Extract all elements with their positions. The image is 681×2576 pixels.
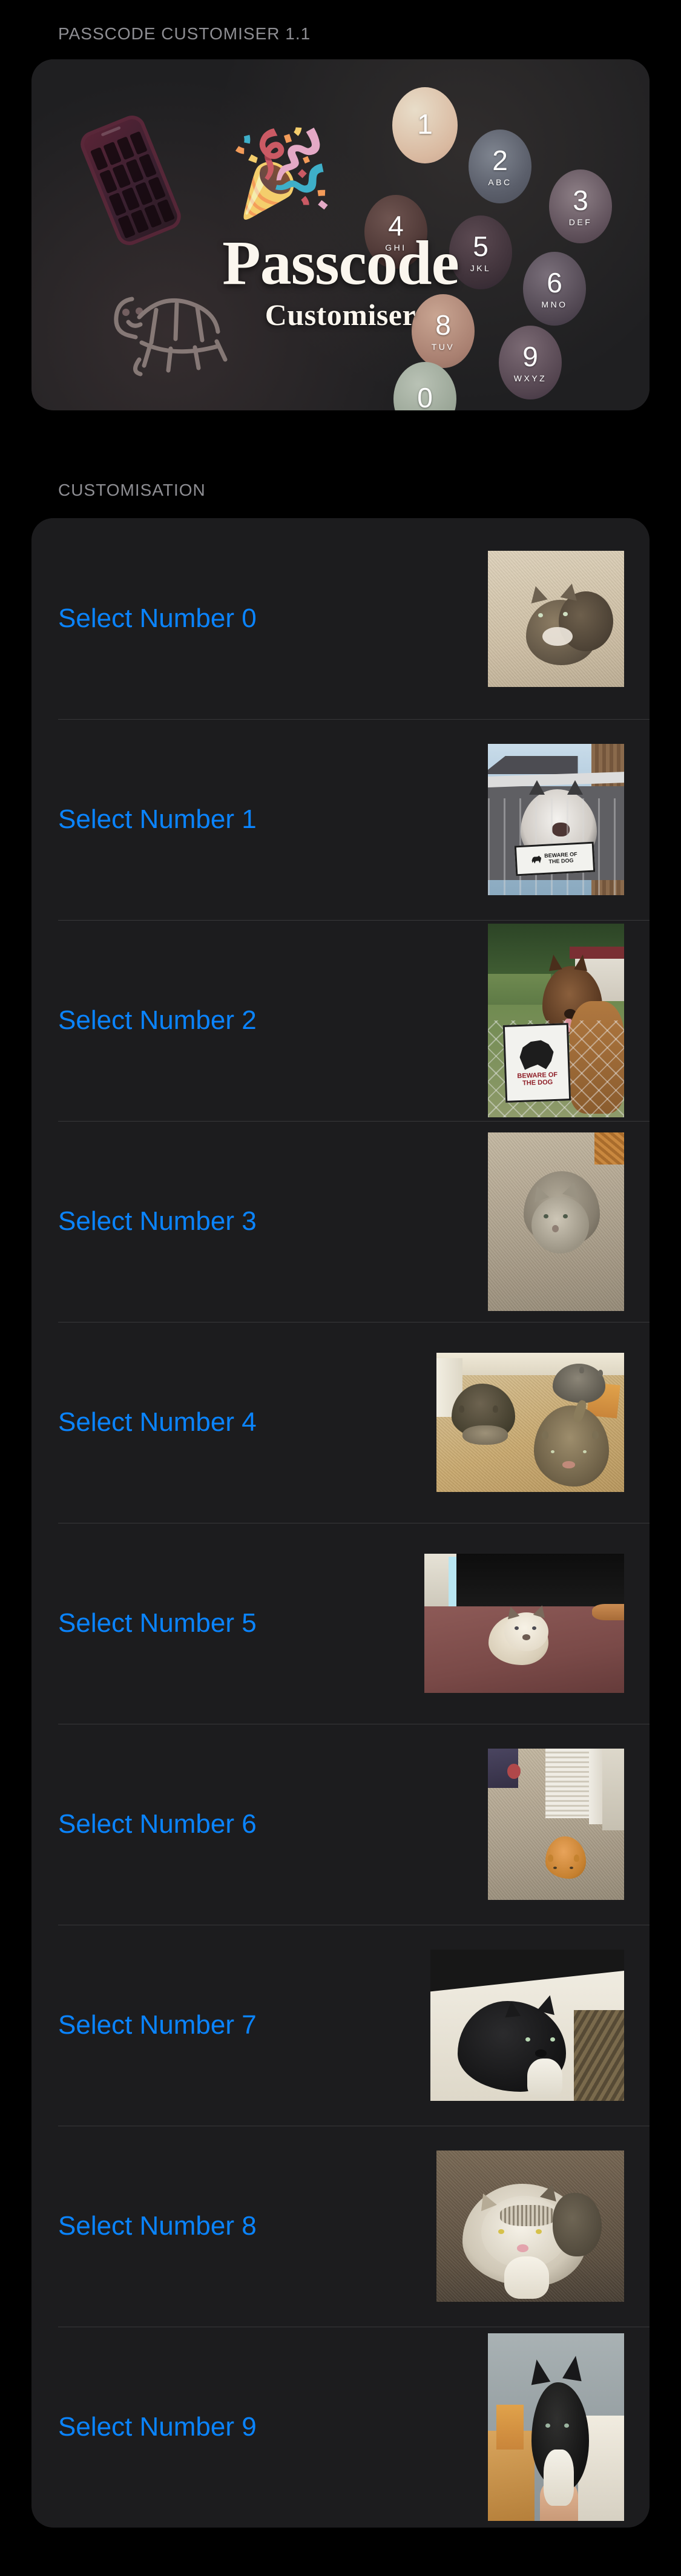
list-item[interactable]: Select Number 6 xyxy=(31,1724,650,1925)
select-number-5-label: Select Number 5 xyxy=(58,1608,257,1638)
list-item[interactable]: Select Number 2 BEWARE OF THE DOG xyxy=(31,920,650,1121)
keypad-digit: 9 xyxy=(522,340,538,372)
keypad-letters: DEF xyxy=(568,217,593,227)
sign-line-2: THE DOG xyxy=(548,857,574,865)
thumbnail-number-3[interactable] xyxy=(488,1132,624,1311)
phone-keypad-grid xyxy=(90,131,176,239)
keypad-digit: 2 xyxy=(492,144,508,176)
dog-head-silhouette-icon xyxy=(519,1039,554,1070)
keypad-bubble-6: 6 MNO xyxy=(523,252,586,326)
customisation-section-header-block: CUSTOMISATION xyxy=(0,481,206,500)
keypad-digit: 6 xyxy=(547,266,562,298)
thumbnail-number-6[interactable] xyxy=(488,1749,624,1900)
thumbnail-slot[interactable]: BEWARE OF THE DOG xyxy=(488,719,624,920)
customisation-list: Select Number 0 Select Number 1 BEWARE O… xyxy=(31,518,650,2528)
thumbnail-number-1[interactable]: BEWARE OF THE DOG xyxy=(488,744,624,895)
thumbnail-slot[interactable] xyxy=(424,1523,624,1724)
thumbnail-number-0[interactable] xyxy=(488,550,624,687)
list-item[interactable]: Select Number 5 xyxy=(31,1523,650,1724)
thumbnail-slot[interactable] xyxy=(436,2126,624,2327)
keypad-bubble-2: 2 ABC xyxy=(469,130,531,203)
list-item[interactable]: Select Number 7 xyxy=(31,1925,650,2126)
keypad-letters: TUV xyxy=(431,341,455,352)
phone-keypad-icon xyxy=(76,111,185,249)
beware-of-dog-sign: BEWARE OF THE DOG xyxy=(502,1023,571,1103)
select-number-2-label: Select Number 2 xyxy=(58,1005,257,1035)
thumbnail-slot[interactable] xyxy=(488,1724,624,1925)
keypad-digit: 5 xyxy=(473,230,489,262)
keypad-letters: JKL xyxy=(470,263,492,273)
app-banner-artwork: 🎉 1 2 ABC 3 DEF 4 GHI 5 JKL 6 MNO 8 TUV … xyxy=(31,59,650,410)
select-number-4-label: Select Number 4 xyxy=(58,1407,257,1437)
list-item[interactable]: Select Number 9 xyxy=(31,2327,650,2528)
app-section-header-block: PASSCODE CUSTOMISER 1.1 xyxy=(0,24,311,44)
passcode-customiser-screen: PASSCODE CUSTOMISER 1.1 🎉 1 2 ABC 3 DEF … xyxy=(0,0,681,2576)
thumbnail-number-4[interactable] xyxy=(436,1353,624,1492)
keypad-digit: 1 xyxy=(417,108,433,140)
beware-of-dog-sign: BEWARE OF THE DOG xyxy=(514,841,595,876)
thumbnail-number-5[interactable] xyxy=(424,1554,624,1693)
select-number-7-label: Select Number 7 xyxy=(58,2010,257,2040)
sign-line-2: THE DOG xyxy=(522,1079,553,1088)
keypad-digit: 4 xyxy=(388,209,404,242)
customisation-section-header: CUSTOMISATION xyxy=(58,481,206,499)
thumbnail-slot[interactable] xyxy=(488,518,624,719)
thumbnail-number-8[interactable] xyxy=(436,2150,624,2302)
thumbnail-number-7[interactable] xyxy=(430,1950,624,2101)
thumbnail-number-2[interactable]: BEWARE OF THE DOG xyxy=(488,924,624,1117)
party-popper-icon: 🎉 xyxy=(226,122,335,222)
keypad-bubble-4: 4 GHI xyxy=(364,195,427,269)
turtle-mascot-icon xyxy=(114,297,228,376)
keypad-bubble-8: 8 TUV xyxy=(412,294,475,368)
thumbnail-slot[interactable]: BEWARE OF THE DOG xyxy=(488,920,624,1121)
app-section-header: PASSCODE CUSTOMISER 1.1 xyxy=(58,24,311,43)
select-number-1-label: Select Number 1 xyxy=(58,804,257,834)
thumbnail-slot[interactable] xyxy=(488,1121,624,1322)
list-item[interactable]: Select Number 8 xyxy=(31,2126,650,2327)
thumbnail-slot[interactable] xyxy=(436,1322,624,1523)
thumbnail-number-9[interactable] xyxy=(488,2333,624,2521)
keypad-letters: GHI xyxy=(385,242,407,252)
keypad-bubble-9: 9 WXYZ xyxy=(499,326,562,399)
keypad-digit: 3 xyxy=(573,184,588,216)
keypad-bubble-1: 1 xyxy=(392,87,458,163)
select-number-9-label: Select Number 9 xyxy=(58,2412,257,2442)
list-item[interactable]: Select Number 0 xyxy=(31,518,650,719)
keypad-digit: 0 xyxy=(417,381,433,411)
keypad-letters: WXYZ xyxy=(513,373,547,383)
keypad-bubble-3: 3 DEF xyxy=(549,169,612,243)
keypad-bubble-0: 0 xyxy=(393,362,456,410)
list-item[interactable]: Select Number 3 xyxy=(31,1121,650,1322)
thumbnail-slot[interactable] xyxy=(488,2327,624,2528)
keypad-letters: MNO xyxy=(541,299,568,309)
dog-silhouette-icon xyxy=(531,855,542,864)
keypad-letters: ABC xyxy=(488,177,512,187)
thumbnail-slot[interactable] xyxy=(430,1925,624,2126)
list-item[interactable]: Select Number 4 xyxy=(31,1322,650,1523)
keypad-bubble-5: 5 JKL xyxy=(449,215,512,289)
select-number-3-label: Select Number 3 xyxy=(58,1206,257,1236)
keypad-digit: 8 xyxy=(435,309,451,341)
select-number-8-label: Select Number 8 xyxy=(58,2211,257,2241)
select-number-0-label: Select Number 0 xyxy=(58,603,257,633)
app-banner-card[interactable]: 🎉 1 2 ABC 3 DEF 4 GHI 5 JKL 6 MNO 8 TUV … xyxy=(31,59,650,410)
list-item[interactable]: Select Number 1 BEWARE OF THE DOG xyxy=(31,719,650,920)
select-number-6-label: Select Number 6 xyxy=(58,1809,257,1839)
